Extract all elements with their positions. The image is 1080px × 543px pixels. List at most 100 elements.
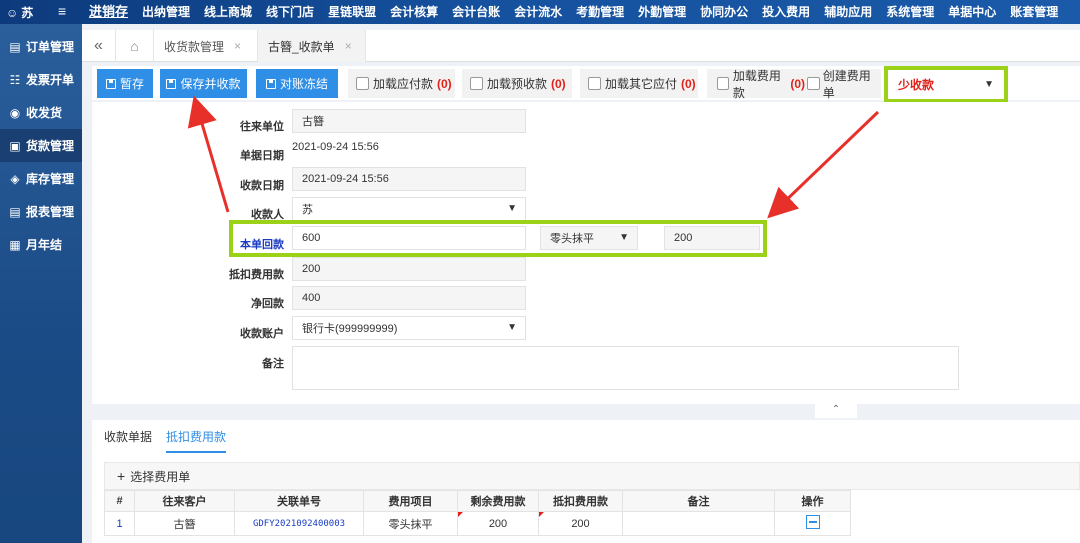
nav-item[interactable]: 线上商城 bbox=[197, 0, 259, 24]
sidebar-item-inventory[interactable]: ◈ 库存管理 bbox=[0, 162, 82, 195]
page-tabs: « ⌂ 收货款管理 × 古簪_收款单 × bbox=[82, 30, 1080, 62]
close-icon[interactable]: × bbox=[234, 39, 241, 53]
highlight-box bbox=[229, 220, 767, 257]
partner-field[interactable]: 古簪 bbox=[292, 109, 526, 133]
doc-date-value: 2021-09-24 15:56 bbox=[292, 141, 379, 153]
dropdown-arrow-icon: ▼ bbox=[984, 79, 994, 90]
deduct-field[interactable]: 200 bbox=[292, 257, 526, 281]
user-icon: ☺ bbox=[6, 5, 19, 20]
sidebar-item-label: 订单管理 bbox=[26, 40, 75, 54]
tab-receipt[interactable]: 古簪_收款单 × bbox=[258, 30, 366, 62]
nav-item[interactable]: 协同办公 bbox=[693, 0, 755, 24]
row-fee-item: 零头抹平 bbox=[363, 511, 458, 536]
tab-deduct-fees[interactable]: 抵扣费用款 bbox=[166, 428, 227, 453]
sidebar-item-label: 发票开单 bbox=[26, 73, 75, 87]
nav-item[interactable]: 单据中心 bbox=[941, 0, 1003, 24]
nav-item[interactable]: 辅助应用 bbox=[817, 0, 879, 24]
tab-payment-management[interactable]: 收货款管理 × bbox=[154, 30, 258, 62]
load-prepaid-checkbox[interactable]: 加载预收款 (0) bbox=[462, 69, 572, 98]
net-label: 净回款 bbox=[251, 298, 284, 310]
user-name: 苏 bbox=[21, 6, 34, 20]
sidebar-item-report[interactable]: ▤ 报表管理 bbox=[0, 195, 82, 228]
select-fee-button[interactable]: 选择费用单 bbox=[130, 468, 190, 485]
account-select[interactable]: 银行卡(999999999) ▼ bbox=[292, 316, 526, 340]
row-related-no-link[interactable]: GDFY2021092400003 bbox=[234, 511, 364, 536]
dropdown-arrow-icon: ▼ bbox=[507, 322, 517, 333]
sidebar-item-shipping[interactable]: ◉ 收发货 bbox=[0, 96, 82, 129]
nav-item[interactable]: 考勤管理 bbox=[569, 0, 631, 24]
sidebar-item-label: 库存管理 bbox=[26, 172, 75, 186]
tab-receipt-documents[interactable]: 收款单据 bbox=[104, 428, 152, 451]
collapse-tabs-icon[interactable]: « bbox=[82, 30, 116, 62]
nav-item[interactable]: 线下门店 bbox=[259, 0, 321, 24]
plus-icon[interactable]: + bbox=[117, 468, 125, 484]
user-menu[interactable]: ☺ 苏 bbox=[6, 4, 33, 21]
net-field[interactable]: 400 bbox=[292, 286, 526, 310]
sidebar-item-calendar[interactable]: ▦ 月年结 bbox=[0, 228, 82, 261]
nav-item[interactable]: 投入费用 bbox=[755, 0, 817, 24]
col-customer: 往来客户 bbox=[134, 490, 235, 512]
doc-date-label: 单据日期 bbox=[240, 150, 284, 162]
sidebar-item-payment[interactable]: ▣ 货款管理 bbox=[0, 129, 82, 162]
col-deduct: 抵扣费用款 bbox=[538, 490, 623, 512]
top-navbar: ☺ 苏 ≡ 进销存 出纳管理 线上商城 线下门店 星链联盟 会计核算 会计台账 会计流水 考勤管… bbox=[0, 0, 1080, 24]
tab-label: 古簪_收款单 bbox=[268, 39, 335, 54]
order-icon: ▤ bbox=[9, 39, 21, 54]
row-remaining: 200 bbox=[457, 511, 539, 536]
nav-item[interactable]: 账套管理 bbox=[1003, 0, 1065, 24]
col-related-no: 关联单号 bbox=[234, 490, 364, 512]
collapse-form-icon[interactable]: ⌃ bbox=[815, 402, 857, 418]
note-textarea[interactable] bbox=[292, 346, 959, 390]
sidebar-item-label: 收发货 bbox=[26, 106, 63, 120]
nav-item[interactable]: 系统管理 bbox=[879, 0, 941, 24]
save-icon bbox=[265, 78, 276, 89]
table-row: 1 古簪 GDFY2021092400003 零头抹平 200 200 bbox=[104, 511, 851, 536]
row-deduct-input[interactable]: 200 bbox=[538, 511, 623, 536]
load-payable-checkbox[interactable]: 加载应付款 (0) bbox=[348, 69, 455, 98]
nav-item[interactable]: 会计流水 bbox=[507, 0, 569, 24]
collect-date-field[interactable]: 2021-09-24 15:56 bbox=[292, 167, 526, 191]
collect-mode-select[interactable]: 少收款 ▼ bbox=[884, 66, 1008, 103]
sidebar-item-invoice[interactable]: ☷ 发票开单 bbox=[0, 63, 82, 96]
nav-item[interactable]: 星链联盟 bbox=[321, 0, 383, 24]
calendar-icon: ▦ bbox=[9, 237, 21, 252]
load-fee-checkbox[interactable]: 加载费用款 (0) bbox=[707, 69, 805, 100]
nav-item[interactable]: 会计核算 bbox=[383, 0, 445, 24]
collector-select[interactable]: 苏 ▼ bbox=[292, 197, 526, 221]
remove-row-icon[interactable] bbox=[805, 515, 820, 529]
shipping-icon: ◉ bbox=[9, 105, 21, 120]
col-note: 备注 bbox=[622, 490, 775, 512]
save-and-collect-button[interactable]: 保存并收款 bbox=[160, 69, 247, 98]
home-icon[interactable]: ⌂ bbox=[116, 30, 154, 62]
dropdown-arrow-icon: ▼ bbox=[507, 203, 517, 214]
sidebar-item-label: 报表管理 bbox=[26, 205, 75, 219]
row-action bbox=[774, 511, 851, 536]
row-customer: 古簪 bbox=[134, 511, 235, 536]
hamburger-icon[interactable]: ≡ bbox=[58, 3, 66, 19]
reconcile-freeze-button[interactable]: 对账冻结 bbox=[256, 69, 338, 98]
save-icon bbox=[105, 78, 116, 89]
note-label: 备注 bbox=[262, 358, 284, 370]
partner-label: 往来单位 bbox=[240, 121, 284, 133]
save-icon bbox=[166, 78, 177, 89]
sidebar: ▤ 订单管理 ☷ 发票开单 ◉ 收发货 ▣ 货款管理 ◈ 库存管理 ▤ 报表管理 ▦ 月年结 bbox=[0, 24, 82, 543]
col-fee-item: 费用项目 bbox=[363, 490, 458, 512]
nav-item[interactable]: 进销存 bbox=[82, 0, 135, 24]
tab-label: 收货款管理 bbox=[164, 39, 225, 54]
sidebar-item-order[interactable]: ▤ 订单管理 bbox=[0, 30, 82, 63]
row-note[interactable] bbox=[622, 511, 775, 536]
fee-table: # 往来客户 关联单号 费用项目 剩余费用款 抵扣费用款 备注 操作 1 古簪 … bbox=[104, 490, 851, 536]
col-remaining: 剩余费用款 bbox=[457, 490, 539, 512]
save-draft-button[interactable]: 暂存 bbox=[97, 69, 153, 98]
invoice-icon: ☷ bbox=[9, 72, 21, 87]
nav-item[interactable]: 出纳管理 bbox=[135, 0, 197, 24]
nav-item[interactable]: 会计台账 bbox=[445, 0, 507, 24]
nav-item[interactable]: 外勤管理 bbox=[631, 0, 693, 24]
col-action: 操作 bbox=[774, 490, 851, 512]
deduct-label: 抵扣费用款 bbox=[229, 269, 284, 281]
create-fee-checkbox[interactable]: 创建费用单 bbox=[805, 69, 881, 100]
report-icon: ▤ bbox=[9, 204, 21, 219]
table-header-row: # 往来客户 关联单号 费用项目 剩余费用款 抵扣费用款 备注 操作 bbox=[104, 490, 851, 512]
load-other-payable-checkbox[interactable]: 加载其它应付 (0) bbox=[580, 69, 698, 98]
close-icon[interactable]: × bbox=[345, 39, 352, 53]
